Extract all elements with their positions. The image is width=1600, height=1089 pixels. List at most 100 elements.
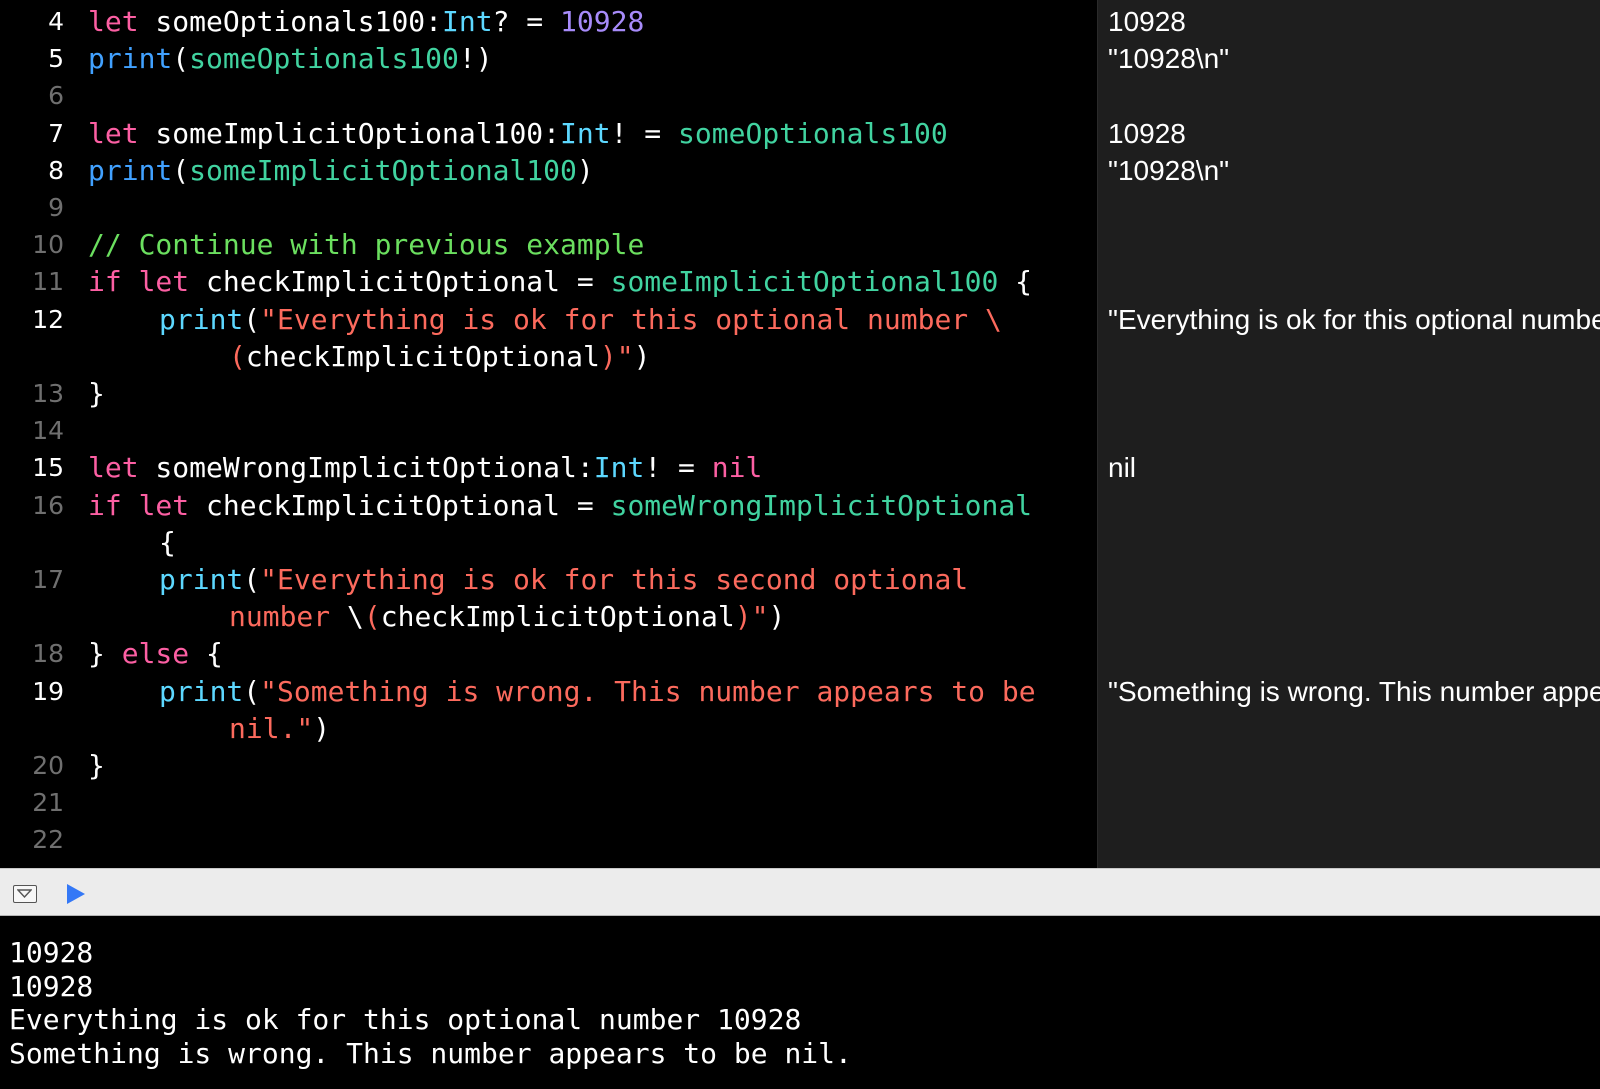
line-number: 13	[32, 379, 64, 408]
code-line[interactable]: 9	[0, 189, 1097, 227]
code-text: if let checkImplicitOptional = someWrong…	[88, 487, 1032, 525]
code-token: Int	[442, 5, 493, 38]
line-number: 15	[32, 453, 64, 483]
code-text: nil.")	[229, 710, 330, 748]
code-token: let	[88, 451, 139, 485]
code-token: someWrongImplicitOptional	[610, 488, 1033, 522]
line-number: 8	[48, 155, 64, 185]
line-number: 9	[48, 193, 64, 222]
code-token: )"	[599, 339, 634, 373]
code-token: {	[998, 265, 1033, 299]
line-number: 22	[32, 825, 64, 855]
code-token: nil	[711, 451, 763, 485]
result-value[interactable]: "10928\n"	[1108, 152, 1229, 190]
code-token: someOptionals100:	[138, 5, 443, 38]
code-token: 10928	[560, 5, 645, 38]
code-token: nil."	[229, 711, 314, 745]
code-line[interactable]: 14	[0, 412, 1097, 450]
code-line[interactable]: 5 print(someOptionals100!)	[0, 40, 1097, 78]
code-token: if	[88, 488, 122, 522]
code-line[interactable]: 4 let someOptionals100:Int? = 10928	[0, 3, 1097, 41]
line-number: 10	[32, 230, 64, 260]
code-token: !)	[458, 42, 493, 76]
code-token: (	[172, 153, 190, 187]
code-line[interactable]: 18 } else {	[0, 635, 1097, 673]
code-line[interactable]: 17 print("Everything is ok for this secon…	[0, 561, 1097, 599]
code-token: {	[159, 525, 176, 559]
code-line[interactable]: 13}	[0, 375, 1097, 413]
code-token: )"	[734, 600, 769, 634]
code-text: print("Everything is ok for this optiona…	[159, 301, 1002, 339]
code-token: {	[189, 637, 223, 671]
code-text: if let checkImplicitOptional = someImpli…	[88, 263, 1032, 301]
result-value[interactable]: "10928\n"	[1108, 40, 1229, 78]
code-token: )	[768, 600, 786, 634]
code-token: let	[88, 5, 139, 38]
result-value[interactable]: 10928	[1108, 115, 1186, 153]
code-token: ? =	[492, 5, 561, 38]
line-number: 18	[32, 639, 64, 669]
line-number: 14	[32, 416, 64, 446]
code-token: someImplicitOptional100:	[138, 116, 561, 150]
line-number: 5	[48, 44, 64, 74]
code-token: number	[229, 600, 348, 634]
code-token: let	[138, 488, 190, 522]
code-line[interactable]: 7 let someImplicitOptional100:Int! = some…	[0, 115, 1097, 153]
code-text: // Continue with previous example	[88, 226, 644, 264]
code-token: checkImplicitOptional =	[189, 488, 611, 522]
code-line[interactable]: 16 if let checkImplicitOptional = someWro…	[0, 487, 1097, 525]
code-text: }	[88, 747, 105, 785]
code-token: print	[88, 153, 173, 187]
code-token: }	[88, 749, 105, 782]
code-token: (	[243, 563, 261, 596]
code-token: "Everything is ok for this optional numb…	[260, 302, 1002, 336]
result-value[interactable]: nil	[1108, 449, 1136, 487]
code-token: print	[88, 42, 173, 76]
code-token: else	[121, 637, 190, 671]
code-line[interactable]: nil.")	[0, 710, 1097, 748]
code-token: (	[229, 339, 246, 373]
code-editor[interactable]: 4 let someOptionals100:Int? = 10928 5 print…	[0, 0, 1097, 868]
code-line[interactable]: 22	[0, 821, 1097, 859]
run-playground-button[interactable]	[65, 882, 87, 906]
result-value[interactable]: "Everything is ok for this optional numb…	[1108, 301, 1600, 339]
code-token: someOptionals100	[189, 42, 459, 76]
code-token: \	[347, 600, 364, 634]
code-line[interactable]: number \(checkImplicitOptional)")	[0, 598, 1097, 636]
code-token: (	[243, 674, 261, 708]
code-token: someWrongImplicitOptional:	[138, 451, 594, 485]
code-line[interactable]: 12 print("Everything is ok for this optio…	[0, 301, 1097, 339]
code-token: (	[243, 302, 261, 336]
code-text: } else {	[88, 635, 223, 673]
code-line[interactable]: 20}	[0, 747, 1097, 785]
console-line: 10928	[9, 969, 94, 1003]
code-text: (checkImplicitOptional)")	[229, 338, 650, 376]
code-token: ! =	[644, 451, 712, 485]
console-line: 10928	[9, 936, 94, 969]
code-text: print("Something is wrong. This number a…	[159, 673, 1036, 711]
code-token: print	[159, 674, 244, 708]
debug-toolbar	[0, 868, 1600, 916]
code-token: if	[88, 265, 122, 299]
result-value[interactable]: "Something is wrong. This number appears…	[1108, 673, 1600, 711]
code-line[interactable]: (checkImplicitOptional)")	[0, 338, 1097, 376]
hide-debug-area-button[interactable]	[13, 885, 37, 903]
code-line[interactable]: 21	[0, 784, 1097, 822]
results-sidebar: 10928 "10928\n" 10928 "10928\n" "Everything …	[1097, 0, 1600, 868]
code-line[interactable]: 15 let someWrongImplicitOptional:Int! = n…	[0, 449, 1097, 487]
line-number: 20	[32, 751, 64, 780]
code-line[interactable]: 11 if let checkImplicitOptional = someImp…	[0, 263, 1097, 301]
code-text: print("Everything is ok for this second …	[159, 561, 968, 599]
result-value[interactable]: 10928	[1108, 3, 1186, 41]
code-line[interactable]: {	[0, 524, 1097, 562]
line-number: 12	[32, 304, 64, 334]
code-line[interactable]: 6	[0, 77, 1097, 115]
line-number: 16	[32, 490, 64, 520]
code-token: )	[633, 339, 651, 373]
play-icon	[67, 884, 85, 904]
code-line[interactable]: 19 print("Something is wrong. This number…	[0, 673, 1097, 711]
code-line[interactable]: 10 // Continue with previous example	[0, 226, 1097, 264]
hide-debug-area-icon	[17, 889, 32, 898]
code-line[interactable]: 8 print(someImplicitOptional100)	[0, 152, 1097, 190]
